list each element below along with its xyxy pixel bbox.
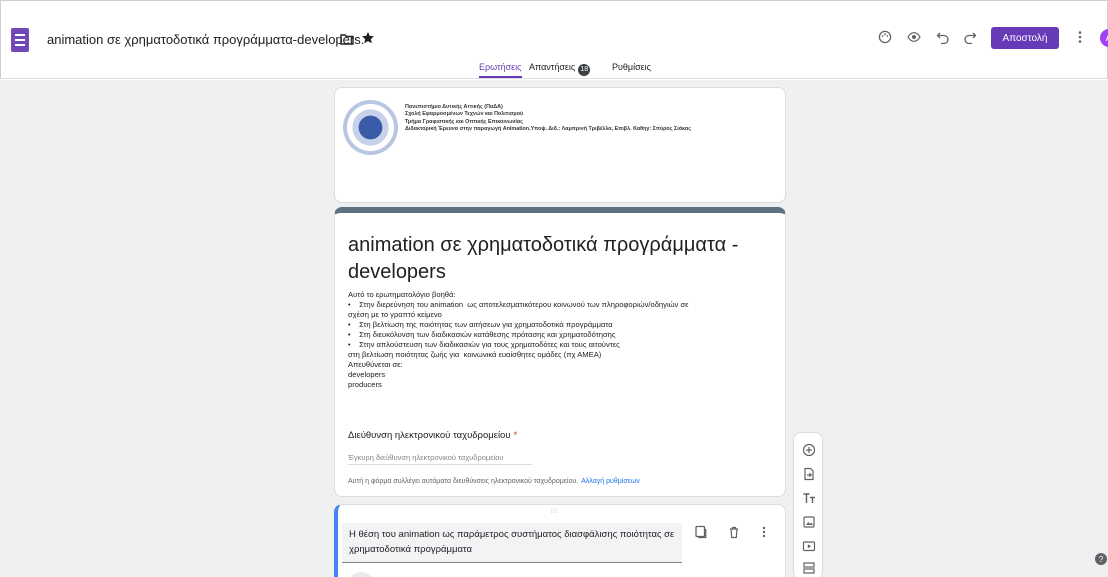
question-title-field[interactable]: Η θέση του animation ως παράμετρος συστή… [342, 523, 682, 563]
undo-icon[interactable] [936, 30, 950, 44]
email-label-text: Διεύθυνση ηλεκτρονικού ταχυδρομείου [348, 430, 511, 441]
document-title[interactable]: animation σε χρηματοδοτικά προγράμματα-d… [47, 32, 364, 47]
question-card[interactable]: ⁝⁝⁝ Η θέση του animation ως παράμετρος σ… [334, 504, 786, 577]
tab-responses[interactable]: Απαντήσεις 18 [529, 62, 591, 78]
institution-text: Πανεπιστήμιο Δυτικής Αττικής (ΠαΔΑ) Σχολ… [405, 104, 691, 134]
responses-count-badge: 18 [578, 64, 591, 76]
redo-icon[interactable] [963, 30, 977, 44]
forms-app-icon[interactable] [11, 28, 29, 52]
institution-line: Σχολή Εφαρμοσμένων Τεχνών και Πολιτισμού [405, 111, 524, 118]
university-crest-logo [343, 100, 398, 155]
tab-settings[interactable]: Ρυθμίσεις [612, 62, 651, 78]
institution-line: Τμήμα Γραφιστικής και Οπτικής Επικοινωνί… [405, 118, 523, 125]
more-vert-icon[interactable] [1076, 30, 1084, 44]
header-image-card[interactable]: Πανεπιστήμιο Δυτικής Αττικής (ΠαΔΑ) Σχολ… [334, 87, 786, 203]
institution-line: Πανεπιστήμιο Δυτικής Αττικής (ΠαΔΑ) [405, 104, 503, 110]
add-video-icon[interactable] [802, 539, 816, 553]
tab-settings-label: Ρυθμίσεις [612, 62, 652, 72]
form-description[interactable]: Αυτό το ερωτηματολόγιο βοηθά: • Στην διε… [348, 290, 689, 390]
import-questions-icon[interactable] [802, 467, 816, 481]
preview-eye-icon[interactable] [907, 30, 921, 44]
institution-line: Διδακτορική Έρευνα στην παραγωγή Animati… [405, 126, 691, 133]
add-question-icon[interactable] [802, 443, 816, 457]
image-placeholder-icon[interactable] [694, 525, 708, 539]
drag-handle-icon[interactable]: ⁝⁝⁝ [548, 508, 560, 515]
floating-toolbar [793, 432, 823, 577]
help-icon[interactable]: ? [1095, 553, 1107, 565]
tab-responses-label: Απαντήσεις [529, 62, 576, 72]
form-tabs: Ερωτήσεις Απαντήσεις 18 Ρυθμίσεις [0, 62, 1108, 79]
form-title[interactable]: animation σε χρηματοδοτικά προγράμματα -… [348, 232, 768, 286]
folder-icon[interactable] [340, 32, 354, 46]
form-title-card[interactable]: animation σε χρηματοδοτικά προγράμματα -… [334, 207, 786, 497]
email-field[interactable] [348, 450, 532, 465]
palette-icon[interactable] [878, 30, 892, 44]
tab-questions-label: Ερωτήσεις [479, 62, 522, 72]
form-canvas: Πανεπιστήμιο Δυτικής Αττικής (ΠαΔΑ) Σχολ… [0, 80, 1108, 577]
required-asterisk: * [513, 430, 518, 441]
star-icon[interactable] [361, 31, 375, 45]
change-settings-link[interactable]: Αλλαγή ρυθμίσεων [581, 478, 640, 485]
send-button[interactable]: Αποστολή [991, 27, 1059, 49]
more-options-icon[interactable] [757, 525, 771, 539]
tab-questions[interactable]: Ερωτήσεις [479, 62, 522, 78]
add-image-icon[interactable] [802, 515, 816, 529]
question-avatar-placeholder [348, 572, 374, 577]
account-avatar[interactable]: A [1100, 29, 1108, 47]
email-note-text: Αυτή η φόρμα συλλέγει αυτόματα διευθύνσε… [348, 478, 579, 485]
delete-trash-icon[interactable] [727, 525, 741, 539]
email-field-label: Διεύθυνση ηλεκτρονικού ταχυδρομείου * [348, 430, 517, 441]
email-collection-note: Αυτή η φόρμα συλλέγει αυτόματα διευθύνσε… [348, 478, 640, 485]
add-title-icon[interactable] [802, 491, 816, 505]
add-section-icon[interactable] [802, 561, 816, 575]
